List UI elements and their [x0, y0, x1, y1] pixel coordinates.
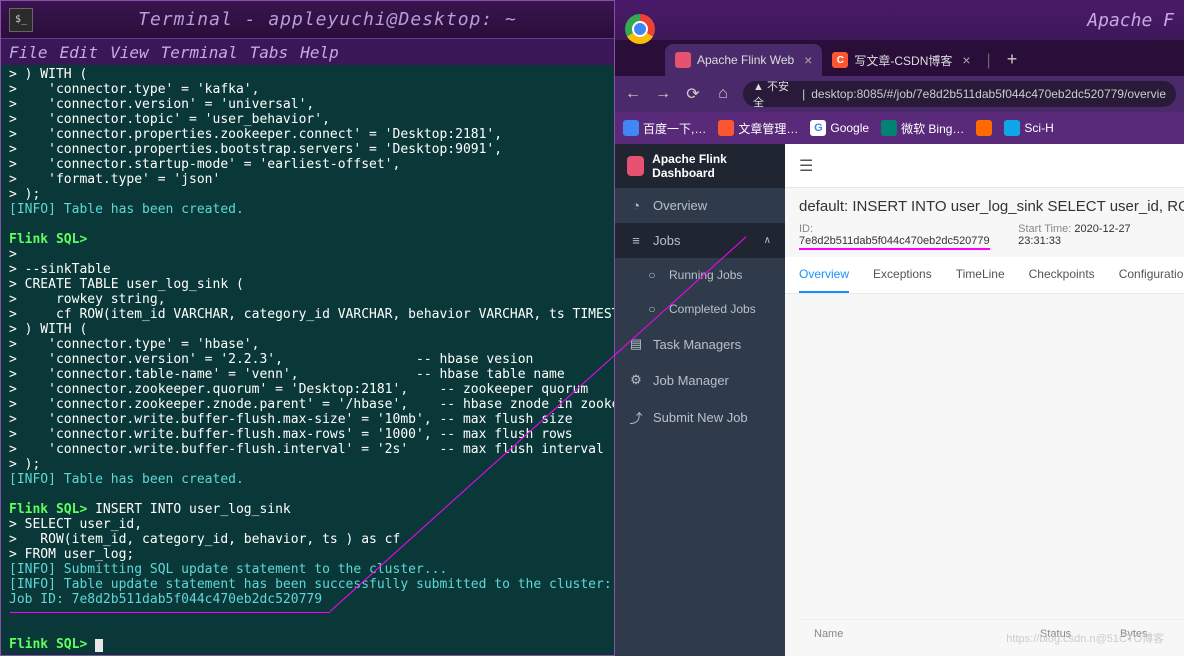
upload-icon: ⤴ — [629, 408, 643, 427]
chevron-up-icon: ∧ — [764, 235, 771, 246]
annotation-underline — [10, 612, 330, 613]
menu-help[interactable]: Help — [296, 43, 343, 62]
terminal-title-bar: $_ Terminal - appleyuchi@Desktop: ~ — [1, 1, 614, 39]
bookmark-google[interactable]: G Google — [810, 120, 869, 136]
menu-file[interactable]: File — [5, 43, 52, 62]
job-tabs: Overview Exceptions TimeLine Checkpoints… — [785, 257, 1184, 294]
dashboard-icon: ◔ — [629, 198, 643, 213]
bookmark-label: Sci-H — [1024, 121, 1053, 135]
csdn-favicon: C — [832, 52, 848, 68]
job-meta: ID: 7e8d2b511dab5f044c470eb2dc520779 Sta… — [785, 219, 1184, 257]
chrome-icon — [625, 14, 655, 44]
tab-checkpoints[interactable]: Checkpoints — [1029, 257, 1095, 293]
sidebar-item-completed-jobs[interactable]: ○ Completed Jobs — [615, 292, 785, 326]
tab-overview[interactable]: Overview — [799, 257, 849, 293]
bookmark-label: 百度一下,… — [643, 120, 706, 137]
sidebar-item-running-jobs[interactable]: ○ Running Jobs — [615, 258, 785, 292]
sidebar-label: Running Jobs — [669, 268, 742, 282]
menu-view[interactable]: View — [106, 43, 153, 62]
terminal-window: $_ Terminal - appleyuchi@Desktop: ~ File… — [0, 0, 615, 656]
menu-tabs[interactable]: Tabs — [246, 43, 293, 62]
window-title-right: Apache F — [615, 0, 1184, 40]
back-button[interactable]: ← — [623, 85, 643, 103]
close-icon[interactable]: × — [804, 52, 812, 68]
flink-logo-icon — [627, 156, 644, 176]
terminal-menu-bar: File Edit View Terminal Tabs Help — [1, 39, 614, 65]
tab-configuration[interactable]: Configuration — [1119, 257, 1184, 293]
flink-favicon — [675, 52, 691, 68]
bookmark-icon — [1004, 120, 1020, 136]
sidebar-label: Completed Jobs — [669, 302, 756, 316]
tab-label: 写文章-CSDN博客 — [854, 52, 952, 69]
menu-terminal[interactable]: Terminal — [157, 43, 242, 62]
url-sep: | — [802, 87, 805, 101]
sidebar-item-job-manager[interactable]: ⚙ Job Manager — [615, 362, 785, 398]
google-icon: G — [810, 120, 826, 136]
tab-timeline[interactable]: TimeLine — [956, 257, 1005, 293]
bookmark-icon — [976, 120, 992, 136]
job-title: default: INSERT INTO user_log_sink SELEC… — [785, 188, 1184, 219]
tab-csdn[interactable]: C 写文章-CSDN博客 × — [822, 44, 980, 76]
tab-separator: | — [981, 52, 997, 76]
terminal-title: Terminal - appleyuchi@Desktop: ~ — [41, 9, 614, 30]
tab-flink[interactable]: Apache Flink Web × — [665, 44, 822, 76]
bookmark-icon — [623, 120, 639, 136]
home-button[interactable]: ⌂ — [713, 85, 733, 103]
insecure-icon: ▲ 不安全 — [753, 81, 796, 107]
tab-label: Apache Flink Web — [697, 53, 794, 67]
close-icon[interactable]: × — [962, 52, 970, 68]
start-time-label: Start Time: — [1018, 223, 1071, 235]
terminal-icon: $_ — [9, 8, 33, 32]
check-icon: ○ — [645, 302, 659, 316]
sidebar-label: Task Managers — [653, 337, 741, 352]
tab-strip: Apache Flink Web × C 写文章-CSDN博客 × | + — [615, 40, 1184, 76]
bookmark-csdn[interactable]: 文章管理… — [718, 120, 798, 137]
bookmark-label: 文章管理… — [738, 120, 798, 137]
terminal-content[interactable]: > ) WITH ( > 'connector.type' = 'kafka',… — [1, 65, 614, 655]
watermark: https://blog.csdn.n@51CTO博客 — [1006, 630, 1164, 646]
new-tab-button[interactable]: + — [997, 49, 1028, 76]
url-text: desktop:8085/#/job/7e8d2b511dab5f044c470… — [811, 87, 1166, 101]
sidebar-item-jobs[interactable]: ≡ Jobs ∧ — [615, 223, 785, 258]
forward-button[interactable]: → — [653, 85, 673, 103]
flink-dashboard: Apache Flink Dashboard ◔Overview ≡Jobs∧ … — [615, 144, 1184, 656]
bookmark-icon — [881, 120, 897, 136]
bookmark-baidu[interactable]: 百度一下,… — [623, 120, 706, 137]
flink-logo: Apache Flink Dashboard — [615, 144, 785, 188]
gear-icon: ⚙ — [629, 372, 643, 388]
bookmark-bing[interactable]: 微软 Bing… — [881, 120, 964, 137]
flink-main: ☰ default: INSERT INTO user_log_sink SEL… — [785, 144, 1184, 656]
sidebar-label: Jobs — [653, 233, 680, 248]
tab-exceptions[interactable]: Exceptions — [873, 257, 932, 293]
browser-window: Apache F Apache Flink Web × C 写文章-CSDN博客… — [615, 0, 1184, 656]
bookmark-bar: 百度一下,… 文章管理… G Google 微软 Bing… Sci-H — [615, 112, 1184, 144]
sidebar-label: Job Manager — [653, 373, 729, 388]
bookmark-item[interactable] — [976, 120, 992, 136]
sidebar-label: Overview — [653, 198, 707, 213]
bookmark-icon — [718, 120, 734, 136]
reload-button[interactable]: ⟳ — [683, 84, 703, 104]
sidebar-item-submit-job[interactable]: ⤴ Submit New Job — [615, 398, 785, 437]
bookmark-label: 微软 Bing… — [901, 120, 964, 137]
id-label: ID: — [799, 223, 813, 235]
flink-header: ☰ — [785, 144, 1184, 188]
sidebar-label: Submit New Job — [653, 410, 748, 425]
collapse-sidebar-button[interactable]: ☰ — [799, 156, 813, 176]
url-field[interactable]: ▲ 不安全 | desktop:8085/#/job/7e8d2b511dab5… — [743, 81, 1176, 107]
sidebar-item-overview[interactable]: ◔ Overview — [615, 188, 785, 223]
bookmark-label: Google — [830, 121, 869, 135]
play-icon: ○ — [645, 268, 659, 282]
job-id-value: 7e8d2b511dab5f044c470eb2dc520779 — [799, 235, 990, 250]
url-bar: ← → ⟳ ⌂ ▲ 不安全 | desktop:8085/#/job/7e8d2… — [615, 76, 1184, 112]
list-icon: ≡ — [629, 233, 643, 248]
brand-text: Apache Flink Dashboard — [652, 152, 773, 180]
flink-sidebar: Apache Flink Dashboard ◔Overview ≡Jobs∧ … — [615, 144, 785, 656]
menu-edit[interactable]: Edit — [56, 43, 103, 62]
bookmark-scihub[interactable]: Sci-H — [1004, 120, 1053, 136]
